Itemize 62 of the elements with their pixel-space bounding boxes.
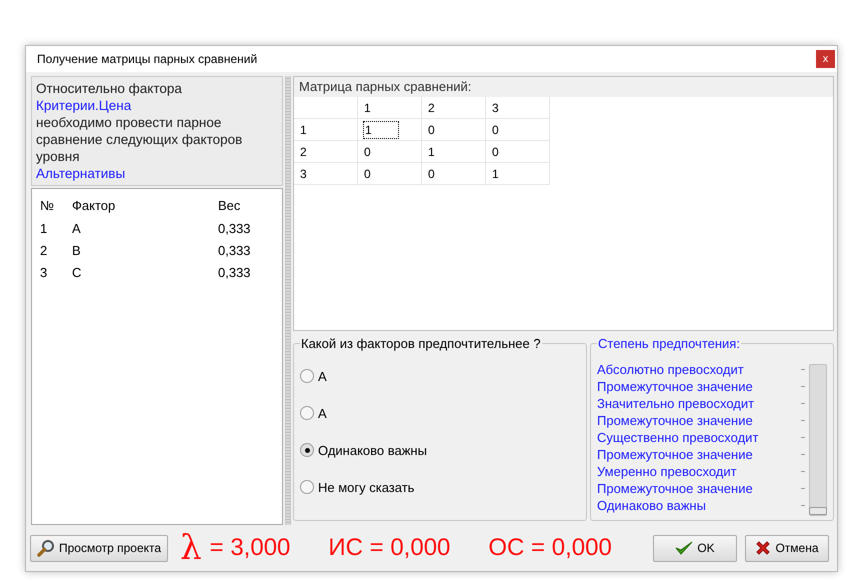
column-header[interactable]: Фактор: [72, 198, 218, 212]
radio-option[interactable]: A: [300, 404, 580, 422]
info-text: Альтернативы: [36, 165, 126, 182]
matrix-cell[interactable]: 0: [422, 119, 486, 141]
scale-label: Одинаково важны: [597, 498, 706, 513]
scale-label: Промежуточное значение: [597, 481, 753, 496]
list-cell-text: B: [72, 242, 82, 258]
project-button[interactable]: Просмотр проекта: [30, 534, 168, 562]
ok-button[interactable]: OK: [653, 534, 737, 562]
info-text: Критерии.Цена: [36, 97, 132, 114]
row-header: 1: [294, 119, 358, 141]
matrix-cell[interactable]: 1: [486, 163, 550, 185]
radio-option[interactable]: Не могу сказать: [300, 478, 580, 496]
column-header: 3: [486, 97, 550, 119]
matrix-cell[interactable]: 0: [486, 119, 550, 141]
corner-cell: [294, 97, 358, 119]
row-header: 2: [294, 141, 358, 163]
list-cell-text: 0,333: [218, 242, 252, 258]
list-cell-text: 2: [39, 242, 48, 258]
scale-label: Абсолютно превосходит: [597, 362, 744, 377]
scale-label: Умеренно превосходит: [597, 464, 737, 479]
column-header[interactable]: Вес: [218, 198, 278, 212]
scale-label: Промежуточное значение: [597, 447, 753, 462]
column-header: 1: [358, 97, 422, 119]
splitter[interactable]: [285, 76, 291, 525]
matrix-cell[interactable]: 0: [358, 141, 422, 163]
scale-label: Промежуточное значение: [597, 413, 753, 428]
list-cell-text: 1: [39, 220, 48, 236]
group-title: Какой из факторов предпочтительнее ?: [300, 336, 542, 351]
list-cell-text: 0,333: [218, 264, 252, 280]
matrix-cell[interactable]: 0: [422, 163, 486, 185]
row-header: 3: [294, 163, 358, 185]
cr-value: ОС = 0,000: [488, 534, 612, 562]
column-header: 2: [422, 97, 486, 119]
close-button[interactable]: x: [816, 50, 835, 68]
lambda-symbol: λ: [180, 531, 202, 565]
slider-thumb[interactable]: [809, 507, 827, 515]
list-cell-text: 0,333: [218, 220, 252, 236]
group-title: Степень предпочтения:: [597, 336, 741, 351]
radio-option[interactable]: A: [300, 367, 580, 385]
info-text: необходимо провести парное сравнение следующих факторов уровня: [36, 114, 244, 165]
radio-option[interactable]: Одинаково важны: [300, 441, 580, 459]
scale-label: Значительно превосходит: [597, 396, 754, 411]
matrix-cell[interactable]: 0: [486, 141, 550, 163]
scale-label: Существенно превосходит: [597, 430, 758, 445]
check-icon: [675, 540, 694, 556]
matrix-cell[interactable]: 1: [422, 141, 486, 163]
column-header[interactable]: №: [32, 198, 72, 212]
list-cell-text: C: [72, 264, 82, 280]
list-cell-text: 3: [39, 264, 48, 280]
matrix-label: Матрица парных сравнений:: [294, 77, 833, 97]
matrix-cell[interactable]: 0: [358, 163, 422, 185]
list-cell-text: A: [72, 220, 82, 236]
ci-value: ИС = 0,000: [328, 534, 450, 562]
cancel-button[interactable]: Отмена: [745, 534, 829, 562]
matrix-cell[interactable]: 1: [358, 119, 422, 141]
cross-icon: [755, 540, 772, 556]
magnifier-icon: [37, 539, 55, 557]
lambda-value: = 3,000: [210, 534, 290, 562]
scale-label: Промежуточное значение: [597, 379, 753, 394]
window-title: Получение матрицы парных сравнений: [37, 52, 258, 66]
info-text: Относительно фактора: [36, 80, 183, 97]
